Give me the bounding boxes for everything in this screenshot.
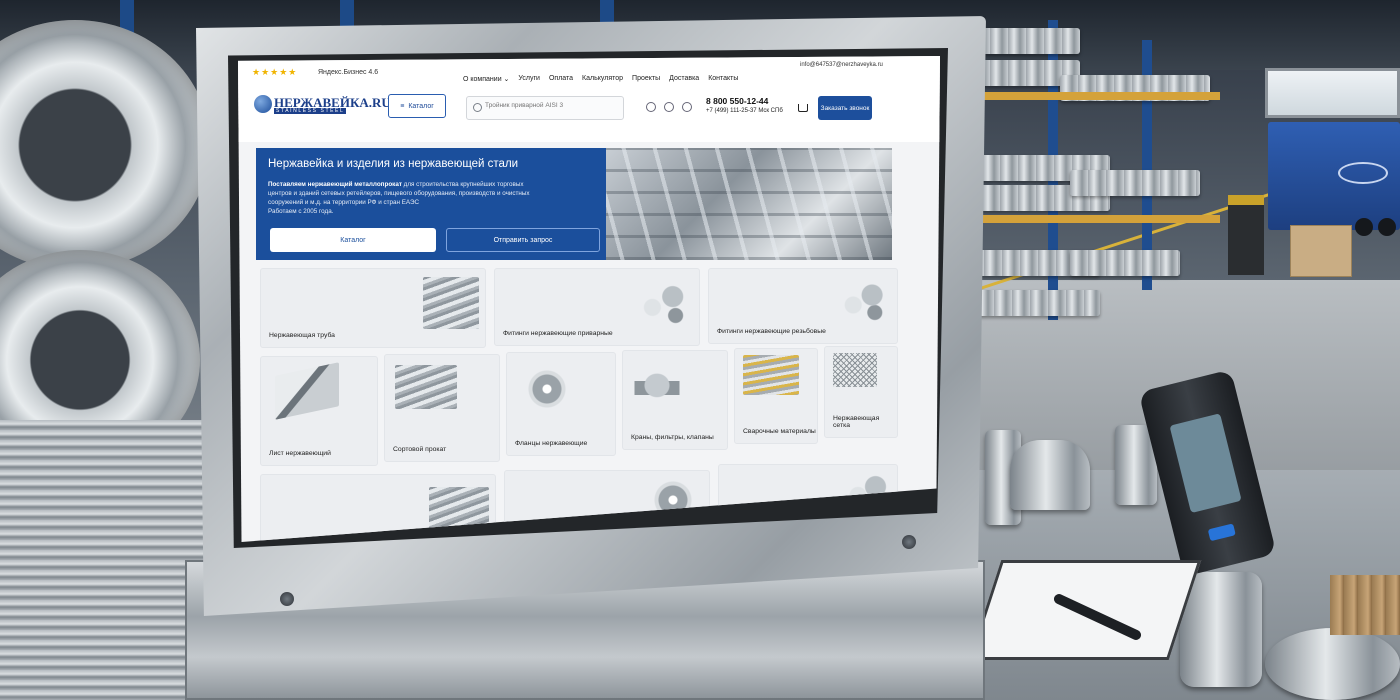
category-label: Сортовой прокат [393, 446, 447, 453]
category-label: Нержавеющая труба [269, 332, 335, 339]
cart-icon[interactable] [798, 104, 808, 112]
nav-item-projects[interactable]: Проекты [632, 75, 660, 83]
nav-item-delivery[interactable]: Доставка [669, 75, 699, 83]
nav-item-calculator[interactable]: Калькулятор [582, 75, 623, 83]
category-label: Краны, фильтры, клапаны [631, 434, 714, 441]
steel-fitting [1180, 572, 1262, 687]
scanner-screen [1169, 413, 1242, 514]
nav-item-services[interactable]: Услуги [518, 75, 540, 83]
mesh-image [833, 353, 877, 387]
threaded-fittings-image [837, 275, 891, 325]
category-card[interactable]: Нержавеющая труба [260, 268, 486, 348]
bars-image [395, 365, 457, 409]
category-card[interactable]: Сварочные материалы [734, 348, 818, 444]
steel-flange [1265, 628, 1400, 700]
steel-sheets-stack [0, 420, 215, 700]
category-card[interactable]: Фитинги нержавеющие приварные [494, 268, 700, 346]
website-screen: ★★★★★ Яндекс.Бизнес 4.6 О компании ⌄ Усл… [238, 56, 940, 542]
welding-materials-image [743, 355, 799, 395]
site-header: НЕРЖАВЕЙКА.RU STAINLESS STEEL ≡ Каталог … [238, 86, 940, 142]
nav-item-contacts[interactable]: Контакты [708, 75, 738, 83]
hero-factory-image [606, 148, 892, 260]
pallet-boxes [1290, 225, 1352, 277]
category-card[interactable]: Краны, фильтры, клапаны [622, 350, 728, 450]
whatsapp-icon[interactable] [664, 102, 674, 112]
screw-icon [902, 535, 916, 549]
rating-stars: ★★★★★ [252, 67, 298, 77]
max-icon[interactable] [682, 102, 692, 112]
category-label: Фитинги нержавеющие приварные [503, 330, 613, 337]
category-card[interactable]: Фланцы нержавеющие [506, 352, 616, 456]
hero-title: Нержавейка и изделия из нержавеющей стал… [268, 158, 519, 170]
valve-image [629, 359, 685, 407]
category-label: Нержавеющая сетка [833, 415, 880, 429]
hero-request-button[interactable]: Отправить запрос [446, 228, 600, 252]
main-nav: О компании ⌄ Услуги Оплата Калькулятор П… [463, 75, 738, 83]
pipe-bundle [1070, 250, 1180, 276]
search-box[interactable] [466, 96, 624, 120]
hero-panel: Нержавейка и изделия из нержавеющей стал… [256, 148, 606, 260]
logo-subtitle: STAINLESS STEEL [274, 108, 347, 114]
telegram-icon[interactable] [646, 102, 656, 112]
category-label: Сварочные материалы [743, 428, 816, 435]
flange-image [515, 359, 579, 419]
category-label: Фланцы нержавеющие [515, 440, 588, 447]
steel-sheet-image [275, 362, 339, 420]
search-icon [473, 103, 482, 112]
warehouse-window [1265, 68, 1400, 118]
forklift [1228, 195, 1264, 275]
truck-logo-icon [1338, 162, 1388, 184]
site-logo[interactable]: НЕРЖАВЕЙКА.RU STAINLESS STEEL [254, 94, 391, 116]
order-call-button[interactable]: Заказать звонок [818, 96, 872, 120]
pipes-image [423, 277, 479, 329]
truck-wheel [1378, 218, 1396, 236]
welded-fittings-image [635, 275, 693, 329]
phone-main[interactable]: 8 800 550-12-44 [706, 96, 768, 106]
hero-banner: Нержавейка и изделия из нержавеющей стал… [256, 148, 892, 260]
category-label: Фитинги нержавеющие резьбовые [717, 328, 826, 335]
nav-item-payment[interactable]: Оплата [549, 75, 573, 83]
messenger-links [646, 102, 692, 112]
globe-icon [254, 95, 272, 113]
stacked-cans [1330, 575, 1400, 635]
catalog-button[interactable]: ≡ Каталог [388, 94, 446, 118]
screw-icon [280, 592, 294, 606]
hero-catalog-button[interactable]: Каталог [270, 228, 436, 252]
hero-desc-bold: Поставляем нержавеющий металлопрокат [268, 181, 402, 188]
email-link[interactable]: info@647537@nerzhaveyka.ru [800, 62, 883, 68]
delivery-truck [1268, 122, 1400, 230]
hero-desc-since: Работаем с 2005 года. [268, 208, 334, 215]
nav-item-about[interactable]: О компании ⌄ [463, 75, 509, 83]
rating-text: Яндекс.Бизнес 4.6 [318, 69, 379, 76]
phone-secondary[interactable]: +7 (499) 111-25-37 Мск СПб [706, 108, 783, 114]
category-card[interactable]: Лист нержавеющий [260, 356, 378, 466]
scanner-key [1207, 523, 1236, 542]
hero-description: Поставляем нержавеющий металлопрокат для… [268, 180, 536, 216]
menu-icon: ≡ [400, 102, 405, 110]
search-input[interactable] [485, 102, 615, 109]
category-card[interactable]: Фитинги нержавеющие резьбовые [708, 268, 898, 344]
category-card[interactable]: Сортовой прокат [384, 354, 500, 462]
steel-elbow-fitting [1010, 440, 1090, 510]
category-label: Лист нержавеющий [269, 450, 331, 457]
pipe-bundle [1070, 170, 1200, 196]
site-topbar: ★★★★★ Яндекс.Бизнес 4.6 О компании ⌄ Усл… [238, 56, 940, 86]
catalog-button-label: Каталог [408, 102, 434, 110]
truck-wheel [1355, 218, 1373, 236]
category-card[interactable]: Нержавеющая сетка [824, 346, 898, 438]
